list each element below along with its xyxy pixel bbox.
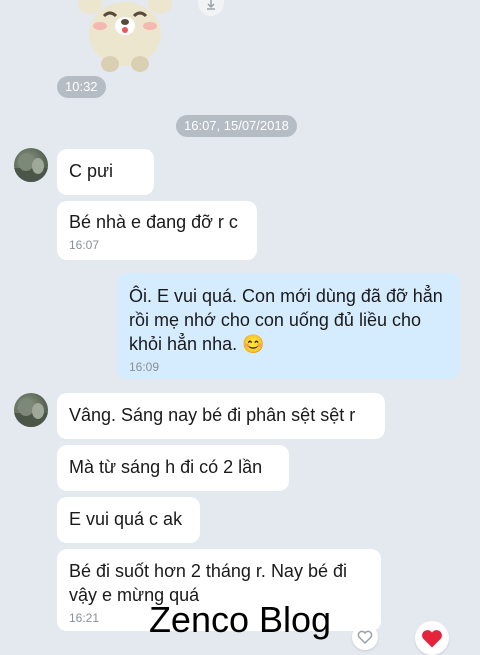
download-button[interactable] (198, 0, 224, 16)
message-time: 16:07 (69, 238, 100, 252)
message-bubble[interactable]: Bé nhà e đang đỡ r c 16:07 (57, 201, 257, 260)
message-bubble[interactable]: E vui quá c ak (57, 497, 200, 543)
message-bubble[interactable]: C pưi (57, 149, 154, 195)
message-text: Bé nhà e đang đỡ r c (69, 212, 238, 232)
message-text: E vui quá c ak (69, 509, 183, 529)
message-text: Ôi. E vui quá. Con mới dùng đã đỡ hẳn rồ… (129, 286, 443, 354)
bear-sticker-icon[interactable] (70, 0, 180, 72)
watermark-text: Zenco Blog (148, 599, 332, 640)
smile-emoji-icon: 😊 (242, 334, 265, 354)
message-text: Mà từ sáng h đi có 2 lần (69, 457, 263, 477)
download-icon (207, 0, 215, 10)
avatar[interactable] (14, 148, 48, 182)
avatar[interactable] (14, 393, 48, 427)
message-bubble[interactable]: Vâng. Sáng nay bé đi phân sệt sệt r (57, 393, 385, 439)
date-separator: 16:07, 15/07/2018 (176, 115, 297, 137)
sticker-time: 10:32 (57, 76, 106, 98)
message-text: Vâng. Sáng nay bé đi phân sệt sệt r (69, 405, 356, 425)
message-time: 16:09 (129, 360, 160, 374)
message-bubble-outgoing[interactable]: Ôi. E vui quá. Con mới dùng đã đỡ hẳn rồ… (117, 273, 460, 379)
message-bubble[interactable]: Mà từ sáng h đi có 2 lần (57, 445, 289, 491)
message-text: C pưi (69, 161, 114, 181)
